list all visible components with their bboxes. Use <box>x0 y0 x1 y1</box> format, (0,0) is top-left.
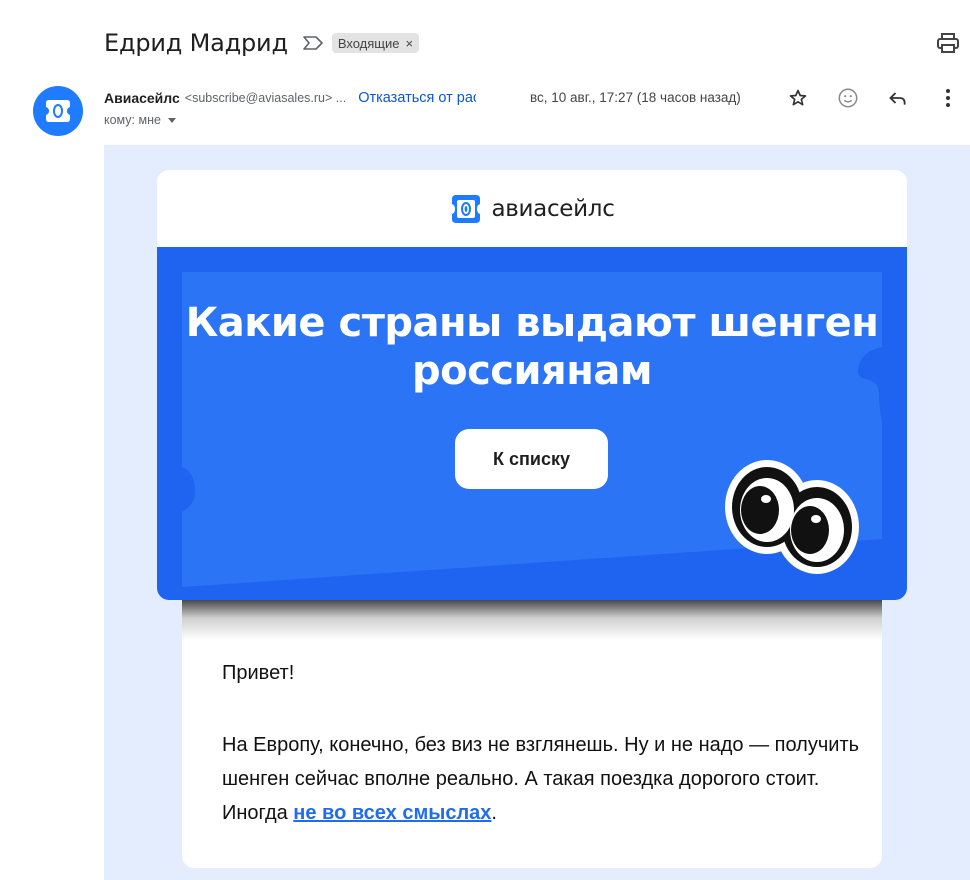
not-in-all-senses-link[interactable]: не во всех смыслах <box>293 802 491 824</box>
sender-name[interactable]: Авиасейлс <box>104 90 180 106</box>
print-icon[interactable] <box>936 32 960 54</box>
reply-icon[interactable] <box>886 86 910 110</box>
recipient-details[interactable]: кому: мне <box>104 113 176 127</box>
inbox-label-chip[interactable]: Входящие × <box>331 33 420 53</box>
unsubscribe-link[interactable]: Отказаться от рассылки <box>358 90 476 106</box>
more-vertical-icon[interactable] <box>936 86 960 110</box>
subject-title: Едрид Мадрид <box>104 29 288 57</box>
card-shadow <box>182 600 882 640</box>
intro-paragraph: На Европу, конечно, без виз не взглянешь… <box>222 728 862 830</box>
paragraph-end: . <box>491 802 497 824</box>
hero-banner: Какие страны выдают шенген россиянам К с… <box>157 247 907 600</box>
message-date: вс, 10 авг., 17:27 (18 часов назад) <box>530 90 741 105</box>
aviasales-avatar-icon <box>46 100 70 122</box>
recipient-label: кому: мне <box>104 113 161 127</box>
sender-line: Авиасейлс <subscribe@aviasales.ru> ... О… <box>104 88 476 108</box>
eyes-illustration <box>725 460 859 574</box>
star-icon[interactable] <box>786 86 810 110</box>
sender-email: <subscribe@aviasales.ru> ... <box>184 91 347 105</box>
chevron-down-icon[interactable] <box>167 117 176 123</box>
hero-title: Какие страны выдают шенген россиянам <box>185 300 879 394</box>
importance-marker-icon[interactable] <box>302 36 324 50</box>
aviasales-logo-icon <box>452 194 481 223</box>
emoji-icon[interactable] <box>836 86 860 110</box>
subject-row: Едрид Мадрид Входящие × <box>104 26 420 60</box>
inbox-label-text: Входящие <box>337 35 400 51</box>
remove-label-icon[interactable]: × <box>406 36 414 51</box>
greeting-text: Привет! <box>222 662 295 684</box>
sender-avatar[interactable] <box>33 86 83 136</box>
email-header-card: авиасейлс Какие страны выдают шенген рос… <box>157 170 907 600</box>
logo-text: авиасейлс <box>491 195 615 222</box>
brand-logo[interactable]: авиасейлс <box>157 170 907 247</box>
to-list-button[interactable]: К списку <box>455 429 608 489</box>
